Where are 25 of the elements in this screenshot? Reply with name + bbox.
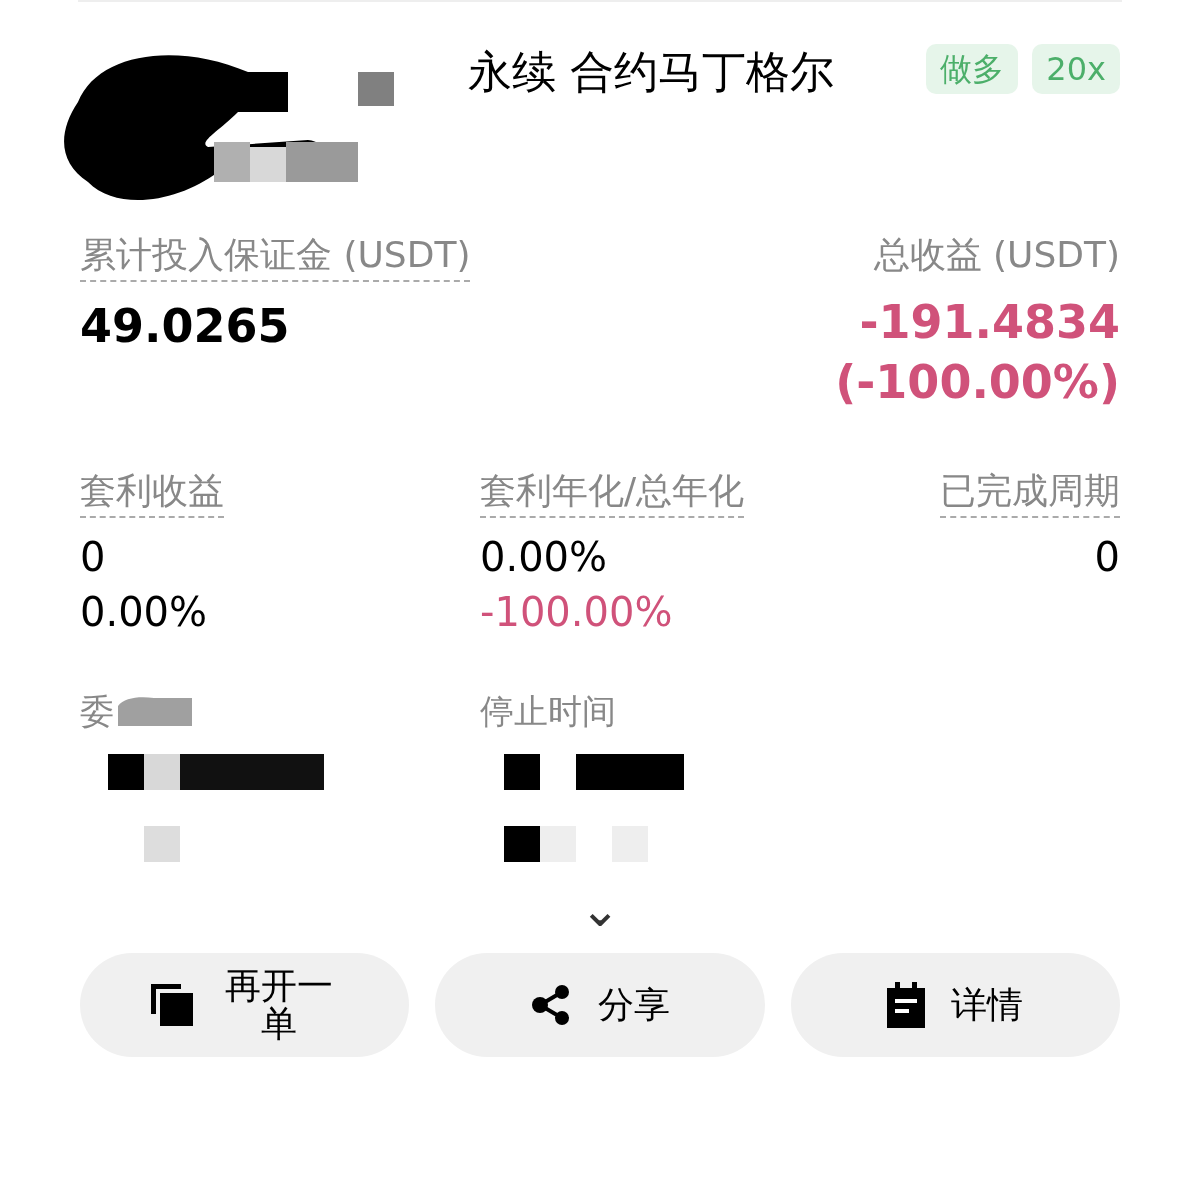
stat-label: 已完成周期 [940, 468, 1120, 518]
clipboard-icon [887, 982, 926, 1028]
stat-value: -191.4834 [859, 294, 1120, 351]
details-button[interactable]: 详情 [790, 953, 1120, 1057]
stat-label: 委 [80, 690, 114, 733]
share-button[interactable]: 分享 [435, 953, 765, 1057]
stat-value: (-100.00%) [835, 354, 1120, 411]
stat-label: 套利年化/总年化 [480, 468, 745, 518]
share-icon [530, 984, 572, 1026]
stat-value: 0.00% [480, 533, 608, 582]
stat-label: 套利收益 [80, 468, 224, 518]
stat-value: 0 [80, 533, 106, 582]
stat-value: -100.00% [480, 588, 673, 637]
stat-label: 停止时间 [480, 690, 616, 733]
tag: 做多 [926, 44, 1019, 94]
stat-value: 49.0265 [80, 298, 290, 355]
copy-button[interactable]: 再开一单 [80, 953, 410, 1057]
stat-value: 0.00% [80, 588, 208, 637]
copy-icon [150, 984, 193, 1026]
title: 永续 合约马丁格尔 [468, 45, 834, 99]
stat-value: 0 [1094, 533, 1120, 582]
stat-label: 总收益 (USDT) [873, 233, 1120, 277]
tag: 20x [1032, 44, 1120, 94]
expand-icon[interactable]: ⌄ [579, 889, 621, 929]
stat-label: 累计投入保证金 (USDT) [80, 232, 471, 282]
